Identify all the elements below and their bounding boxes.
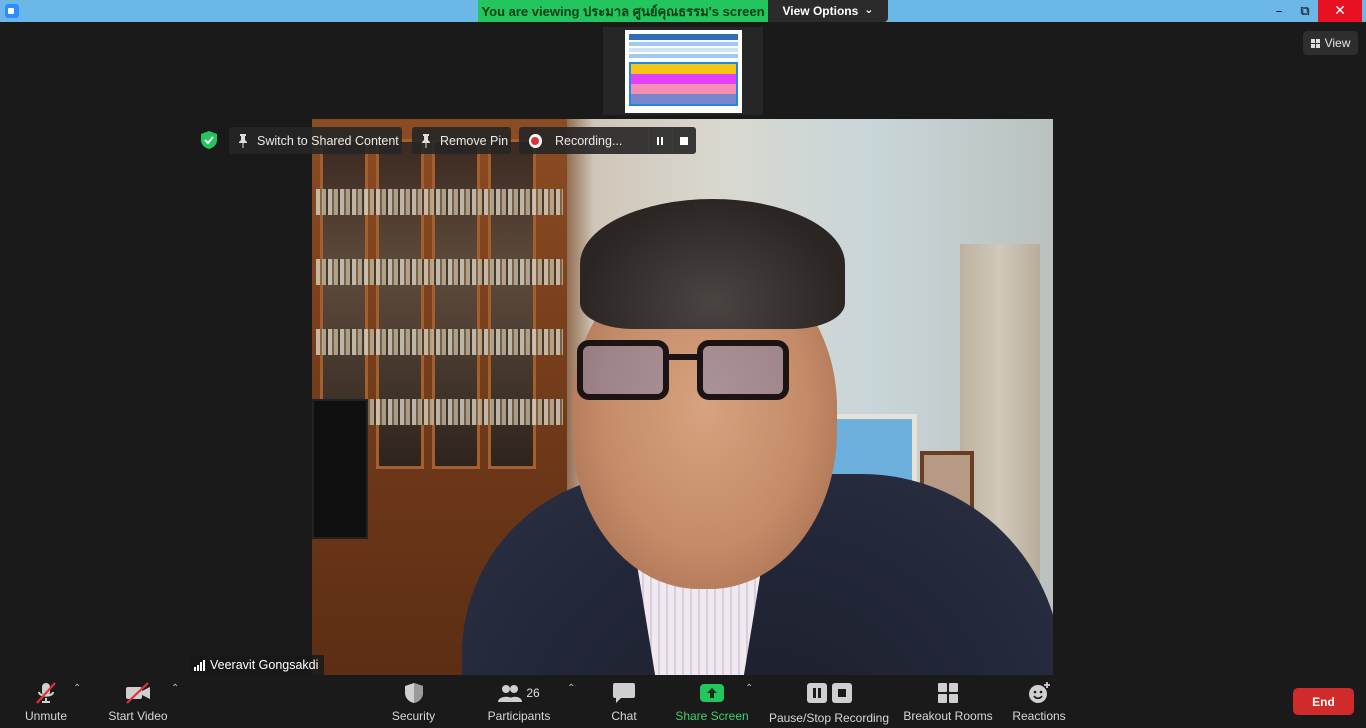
shared-content-thumbnail[interactable] [603,27,763,115]
signal-icon [194,659,205,671]
unmute-button[interactable]: Unmute [18,675,74,728]
security-label: Security [391,709,436,723]
zoom-meeting-window: – ⧉ ✕ You are viewing ประมาล ศูนย์คุณธรร… [0,0,1366,728]
chevron-down-icon: ⌄ [864,2,874,16]
pause-stop-recording-label: Pause/Stop Recording [768,711,890,725]
pause-icon [657,136,664,145]
reactions-button[interactable]: Reactions [1010,675,1068,728]
chat-icon [612,681,636,705]
participants-icon [498,685,523,702]
view-layout-button[interactable]: View [1303,31,1358,55]
share-screen-arrow-icon [700,684,724,702]
participant-name-tag: Veeravit Gongsakdi [190,655,325,675]
participant-video[interactable] [312,119,1053,675]
close-button[interactable]: ✕ [1318,0,1362,22]
recording-label: Recording... [554,133,623,148]
view-options-label: View Options [782,4,859,18]
person-hair [580,199,845,329]
share-options-caret[interactable]: ⌃ [745,683,753,694]
record-icon [529,133,542,148]
start-video-label: Start Video [108,709,168,723]
participants-options-caret[interactable]: ⌃ [567,683,575,694]
shield-check-icon[interactable] [198,128,220,152]
pause-icon [806,683,827,703]
security-button[interactable]: Security [386,675,441,728]
breakout-rooms-label: Breakout Rooms [903,709,993,723]
person-glasses [567,334,817,404]
pin-icon [238,133,248,148]
shared-document-preview [625,30,742,113]
end-meeting-button[interactable]: End [1293,688,1354,715]
restore-button[interactable]: ⧉ [1290,0,1320,22]
breakout-rooms-button[interactable]: Breakout Rooms [902,675,994,728]
tv-screen [312,399,368,539]
start-video-button[interactable]: Start Video [104,675,172,728]
zoom-app-icon [5,4,19,18]
chat-label: Chat [611,709,637,723]
switch-to-shared-content-button[interactable]: Switch to Shared Content [229,127,402,154]
share-screen-label: Share Screen [675,709,749,723]
recording-indicator: Recording... [519,127,696,154]
video-options-caret[interactable]: ⌃ [171,683,179,694]
audio-options-caret[interactable]: ⌃ [73,683,81,694]
share-screen-button[interactable]: Share Screen [675,675,749,728]
chat-button[interactable]: Chat [604,675,644,728]
switch-label: Switch to Shared Content [257,133,399,148]
stop-recording-button[interactable] [671,127,696,154]
view-options-button[interactable]: View Options ⌄ [768,0,888,22]
video-off-icon [124,681,152,705]
remove-pin-label: Remove Pin [440,133,509,148]
participant-name: Veeravit Gongsakdi [210,658,319,672]
breakout-rooms-icon [937,681,959,705]
stop-icon [680,136,689,145]
participants-label: Participants [487,709,551,723]
participants-count: 26 [526,686,540,700]
reactions-icon [1027,681,1051,705]
participants-button[interactable]: 26 Participants [486,675,552,728]
pause-stop-recording-button[interactable]: Pause/Stop Recording [768,675,890,728]
unmute-label: Unmute [24,709,68,723]
reactions-label: Reactions [1012,709,1066,723]
viewing-banner: You are viewing ประมาล ศูนย์คุณธรรม's sc… [478,0,768,22]
stop-icon [831,683,852,703]
pin-icon [421,133,431,148]
security-shield-icon [404,681,424,705]
meeting-toolbar: Unmute ⌃ Start Video ⌃ Security 26 Parti… [0,675,1366,728]
remove-pin-button[interactable]: Remove Pin [412,127,511,154]
grid-view-icon [1310,38,1320,48]
pause-recording-button[interactable] [647,127,672,154]
view-label: View [1324,36,1351,50]
mic-muted-icon [34,681,58,705]
